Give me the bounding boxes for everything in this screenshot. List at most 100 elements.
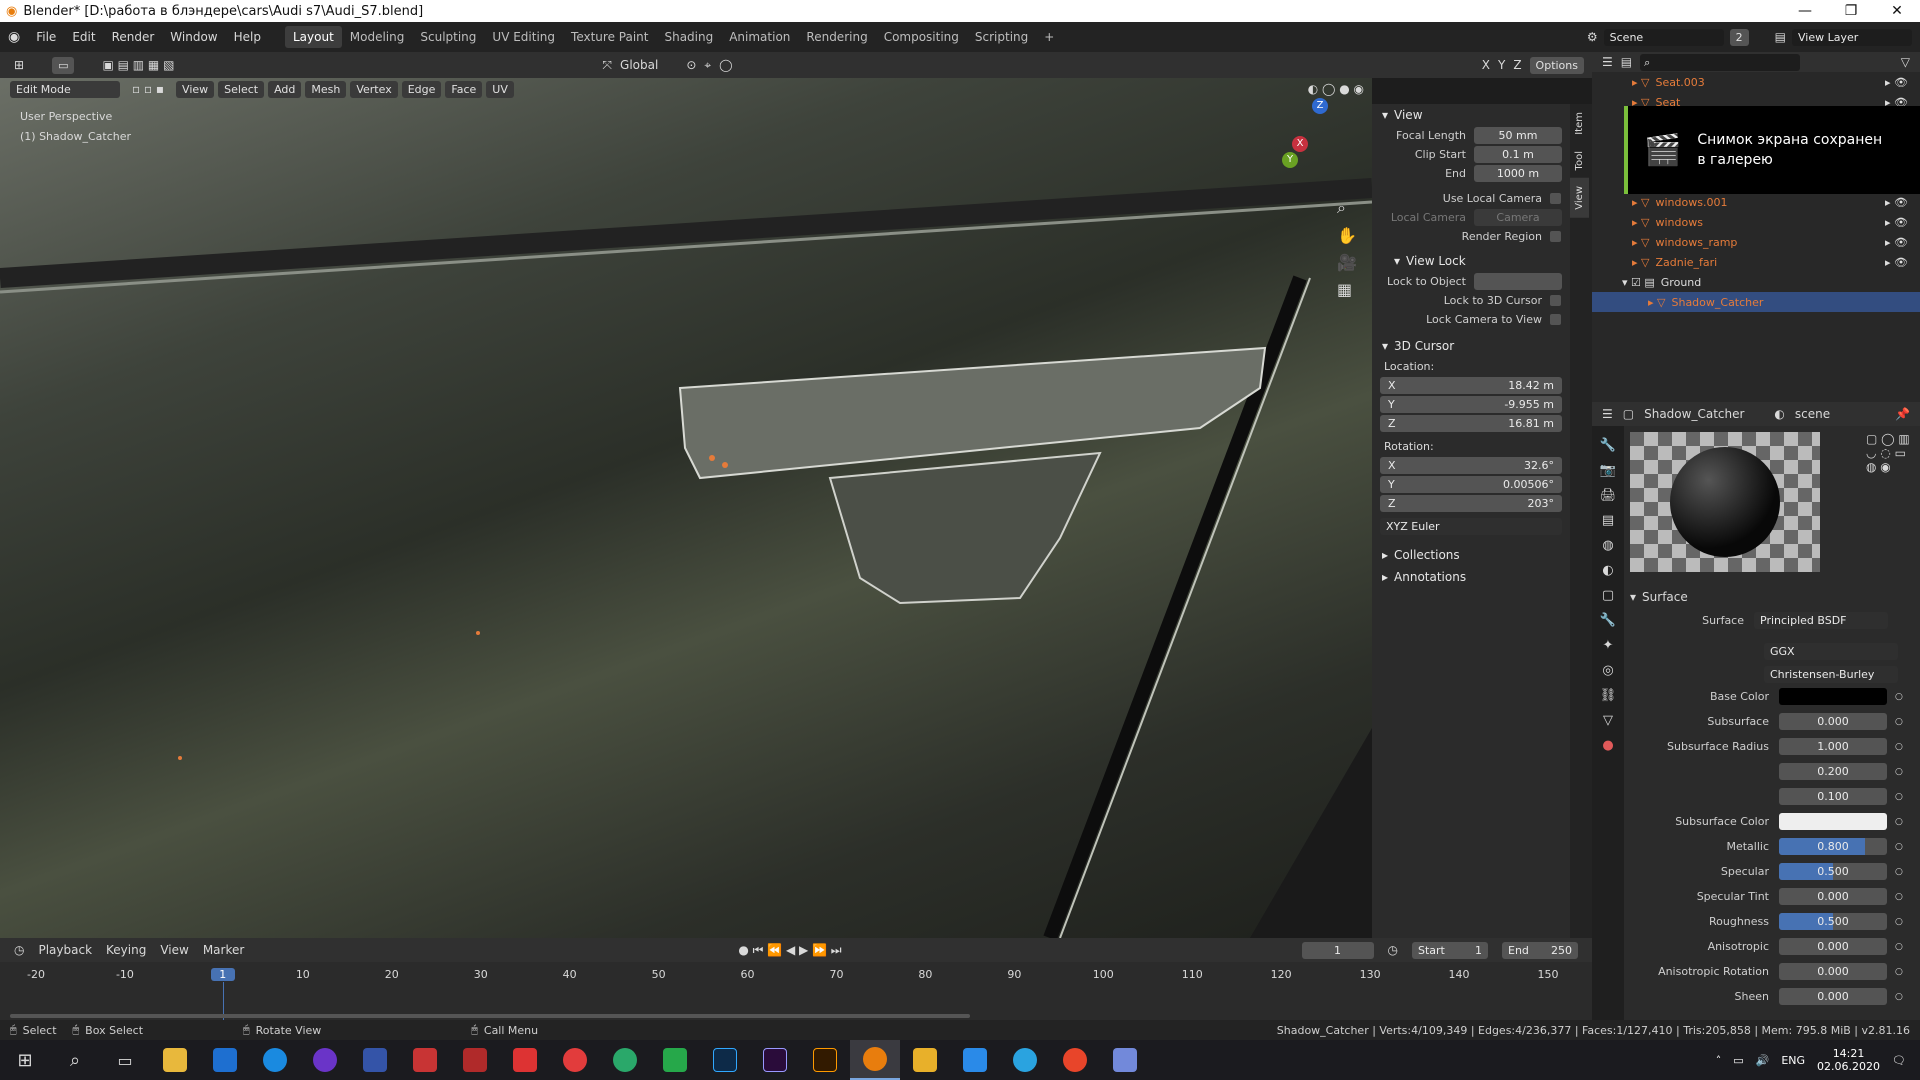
render-region-checkbox[interactable] [1550,231,1561,242]
menu-marker[interactable]: Marker [203,943,244,957]
current-frame-marker[interactable]: 1 [210,968,235,981]
scene-field[interactable]: Scene [1603,28,1724,46]
volume-icon[interactable]: 🔊 [1756,1054,1770,1067]
physics-tab-icon[interactable]: ◎ [1602,663,1613,678]
lock-object-field[interactable] [1474,273,1562,290]
gizmo-z[interactable]: Z [1312,98,1328,114]
world-name[interactable]: scene [1795,407,1830,421]
navigation-gizmo[interactable]: Z X Y [1270,98,1360,188]
add-workspace-button[interactable]: + [1036,26,1062,48]
app-icon-green[interactable] [600,1040,650,1080]
shader-input-field[interactable]: 0.000 [1779,938,1887,955]
language-indicator[interactable]: ENG [1781,1054,1805,1067]
scene-tab-icon[interactable]: ◍ [1602,538,1613,553]
app-icon-blue[interactable] [350,1040,400,1080]
lock-camera-checkbox[interactable] [1550,314,1561,325]
gizmo-y[interactable]: Y [1282,152,1298,168]
tab-rendering[interactable]: Rendering [798,26,875,48]
tab-modeling[interactable]: Modeling [342,26,413,48]
minimize-button[interactable]: — [1782,3,1828,19]
clock[interactable]: 14:21 02.06.2020 [1817,1047,1880,1073]
modifier-tab-icon[interactable]: 🔧 [1600,613,1616,628]
tab-scripting[interactable]: Scripting [967,26,1036,48]
preview-type-icons[interactable]: ▢ ◯ ▥ ◡ ◌ ▭ ◍ ◉ [1866,432,1920,474]
surface-header[interactable]: ▾ Surface [1624,586,1920,608]
shader-input-field[interactable]: 0.000 [1779,988,1887,1005]
app-icon-s[interactable] [550,1040,600,1080]
outliner-item[interactable]: ▸ ▽ windows_ramp ▸ 👁 [1632,232,1920,252]
visibility-icon[interactable]: ▸ 👁 [1885,76,1908,89]
cursor-rotation-y[interactable]: Y 0.00506° [1372,475,1570,494]
socket-icon[interactable]: ○ [1895,892,1903,902]
tab-compositing[interactable]: Compositing [876,26,967,48]
outliner-item[interactable]: ▸ ▽ windows.001 ▸ 👁 [1632,192,1920,212]
outliner-item-shadow-catcher[interactable]: ▸ ▽ Shadow_Catcher [1592,292,1920,312]
maximize-button[interactable]: ❐ [1828,3,1874,19]
tab-sculpting[interactable]: Sculpting [412,26,484,48]
mail-icon[interactable] [200,1040,250,1080]
material-tab-icon[interactable]: ● [1602,738,1613,753]
socket-icon[interactable]: ○ [1895,842,1903,852]
select-tool-icon[interactable]: ▭ [52,56,75,74]
clip-end-field[interactable]: 1000 m [1474,165,1562,182]
blender-taskbar-icon[interactable] [850,1040,900,1080]
edge-icon[interactable] [250,1040,300,1080]
sketchup-icon[interactable] [500,1040,550,1080]
timeline-editor-icon[interactable]: ◷ [14,943,24,957]
data-tab-icon[interactable]: ▽ [1603,713,1613,728]
tray-chevron-icon[interactable]: ˄ [1716,1054,1722,1067]
tab-uv-editing[interactable]: UV Editing [484,26,563,48]
pivot-icon[interactable]: ⊙ [686,58,696,72]
display-mode-icon[interactable]: ▤ [1621,55,1632,69]
photoshop-icon[interactable] [700,1040,750,1080]
annotations-header[interactable]: ▸ Annotations [1372,566,1570,588]
object-name[interactable]: Shadow_Catcher [1644,407,1744,421]
axis-z[interactable]: Z [1513,58,1521,72]
menu-help[interactable]: Help [226,30,269,44]
surface-shader-field[interactable]: Principled BSDF [1754,612,1888,629]
socket-icon[interactable]: ○ [1895,792,1903,802]
cursor-rotation-x[interactable]: X 32.6° [1372,456,1570,475]
view-layer-field[interactable]: View Layer [1792,28,1912,46]
options-dropdown[interactable]: Options [1529,56,1584,74]
axis-x[interactable]: X [1482,58,1490,72]
proportional-icon[interactable]: ◯ [719,58,732,72]
3d-viewport[interactable]: Edit Mode ▫ ▫ ▪ View Select Add Mesh Ver… [0,78,1372,938]
orientation-select[interactable]: Global [620,58,658,72]
clip-start-field[interactable]: 0.1 m [1474,146,1562,163]
outliner-item[interactable]: ▸ ▽ windows ▸ 👁 [1632,212,1920,232]
distribution-select[interactable]: GGX [1764,643,1898,660]
socket-icon[interactable]: ○ [1895,917,1903,927]
shader-input-field[interactable]: 0.100 [1779,788,1887,805]
visibility-icon[interactable]: ▸ 👁 [1885,196,1908,209]
menu-edit[interactable]: Edit [64,30,103,44]
close-button[interactable]: ✕ [1874,3,1920,19]
object-tab-icon[interactable]: ▢ [1602,588,1614,603]
menu-timeline-view[interactable]: View [160,943,188,957]
telegram-icon[interactable] [1000,1040,1050,1080]
app-icon-red[interactable] [400,1040,450,1080]
tab-shading[interactable]: Shading [656,26,721,48]
app-icon-m[interactable] [900,1040,950,1080]
shader-input-field[interactable] [1779,688,1887,705]
shader-input-field[interactable]: 0.000 [1779,963,1887,980]
camera-field[interactable]: Camera [1474,209,1562,226]
notifications-icon[interactable]: 🗨 [1892,1054,1906,1067]
network-icon[interactable]: ▭ [1733,1054,1743,1067]
ortho-toggle-icon[interactable]: ▦ [1337,280,1357,299]
blender-menu-icon[interactable]: ◉ [0,29,28,45]
visibility-icon[interactable]: ▸ 👁 [1885,256,1908,269]
shader-input-field[interactable]: 1.000 [1779,738,1887,755]
pycharm-icon[interactable] [650,1040,700,1080]
current-frame-field[interactable]: 1 [1301,941,1374,959]
pin-icon[interactable]: 📌 [1895,407,1910,421]
view-lock-header[interactable]: ▾ View Lock [1372,250,1570,272]
snap-icon[interactable]: ⌖ [704,58,711,73]
premiere-icon[interactable] [750,1040,800,1080]
shader-input-field[interactable]: 0.500 [1779,863,1887,880]
menu-render[interactable]: Render [104,30,163,44]
axis-y[interactable]: Y [1498,58,1505,72]
menu-keying[interactable]: Keying [106,943,146,957]
timeline-ruler[interactable]: -20 -10 1 10 20 30 40 50 60 70 80 90 100 110 120 130 140… [0,962,1592,1020]
task-view-icon[interactable]: ▭ [100,1040,150,1080]
